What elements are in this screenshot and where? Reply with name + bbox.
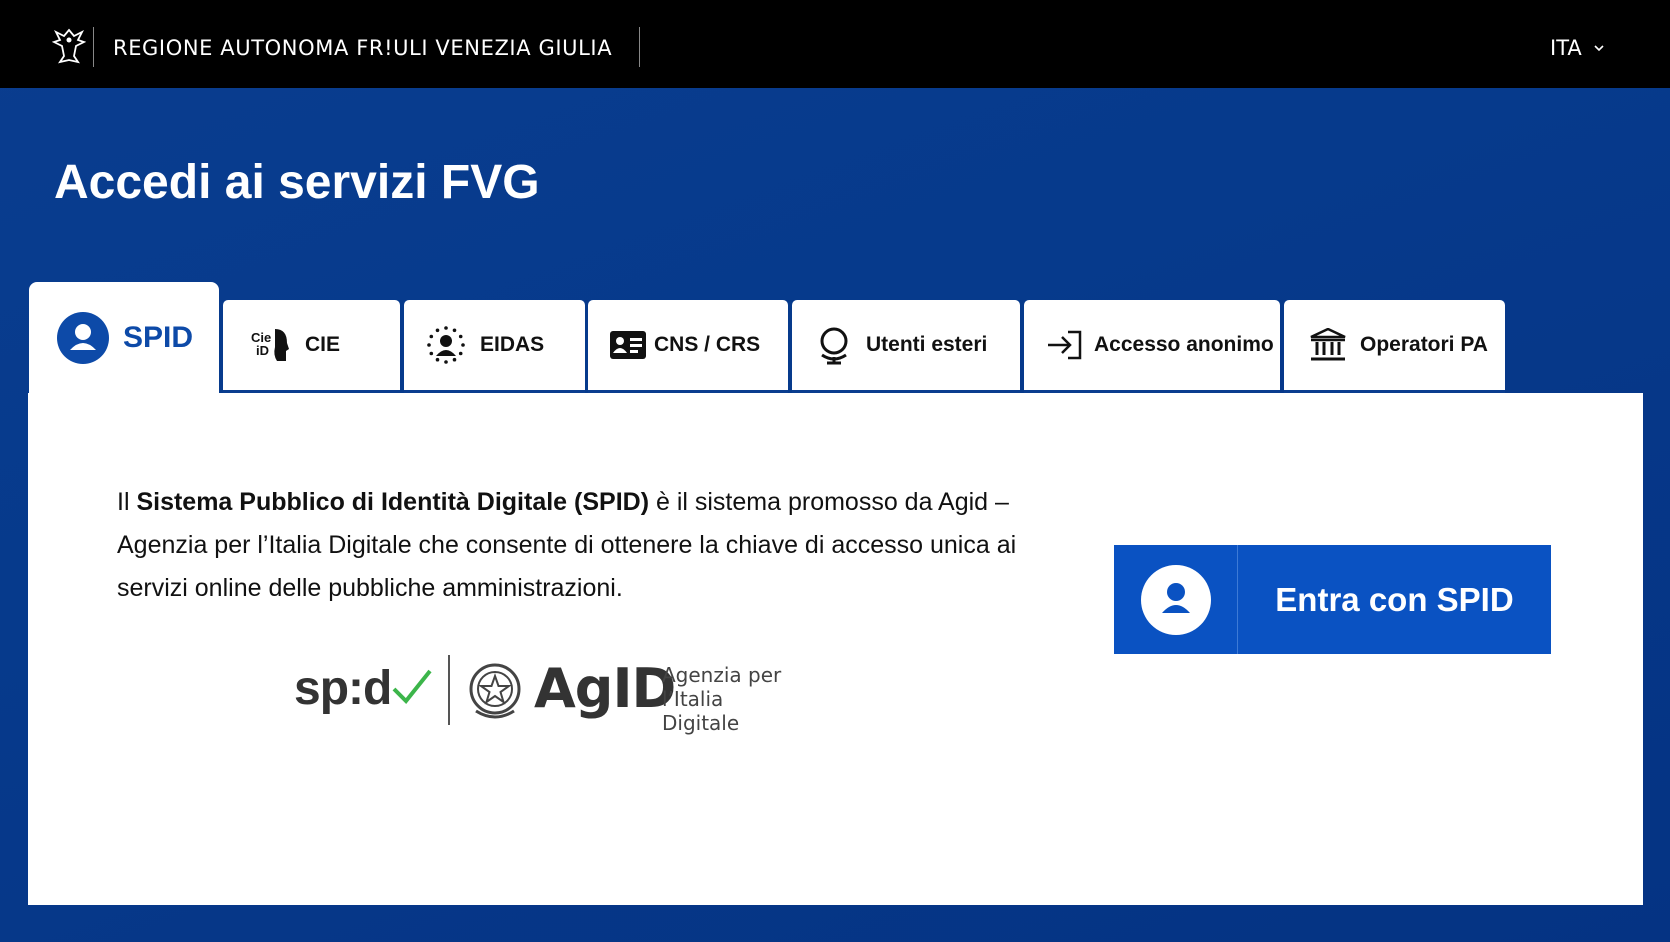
agid-logo-text: AgID xyxy=(534,657,676,720)
id-card-icon xyxy=(610,331,646,359)
tab-spid[interactable]: SPID xyxy=(29,282,219,393)
check-icon xyxy=(392,669,432,704)
institution-icon xyxy=(1310,328,1346,362)
tab-cns-crs[interactable]: CNS / CRS xyxy=(588,300,788,393)
cta-label: Entra con SPID xyxy=(1275,580,1514,618)
tab-label: CIE xyxy=(305,333,341,356)
language-label: ITA xyxy=(1550,36,1582,60)
spid-agid-logos: sp:d AgID Agenzia per l’Italia Digitale xyxy=(294,655,834,735)
italian-republic-emblem-icon xyxy=(469,663,521,719)
region-name[interactable]: REGIONE AUTONOMA FR!ULI VENEZIA GIULIA xyxy=(113,36,612,60)
desc-prefix: Il xyxy=(117,488,137,516)
language-selector[interactable]: ITA xyxy=(1550,36,1604,60)
entra-con-spid-button[interactable]: Entra con SPID xyxy=(1114,545,1551,654)
agid-subtitle: Agenzia per l’Italia Digitale xyxy=(662,663,782,735)
tab-label: Accesso anonimo xyxy=(1094,333,1274,356)
logos-divider xyxy=(448,655,450,725)
tab-utenti-esteri[interactable]: Utenti esteri xyxy=(792,300,1020,393)
desc-bold: Sistema Pubblico di Identità Digitale (S… xyxy=(136,488,650,516)
login-arrow-icon xyxy=(1046,329,1084,361)
logo-divider xyxy=(93,27,94,67)
cie-id-icon: Cie iD xyxy=(251,325,291,365)
tab-label: Operatori PA xyxy=(1360,333,1488,356)
eidas-stars-icon xyxy=(426,325,466,365)
spid-logo-text: sp:d xyxy=(294,662,392,715)
top-bar: REGIONE AUTONOMA FR!ULI VENEZIA GIULIA I… xyxy=(0,0,1670,88)
eagle-icon[interactable] xyxy=(52,26,86,66)
chevron-down-icon xyxy=(1594,45,1604,52)
page-title: Accedi ai servizi FVG xyxy=(54,156,540,209)
person-circle-icon xyxy=(1140,564,1211,635)
globe-icon xyxy=(816,325,852,365)
tab-accesso-anonimo[interactable]: Accesso anonimo xyxy=(1024,300,1280,393)
tab-label: EIDAS xyxy=(480,333,545,356)
tab-eidas[interactable]: EIDAS xyxy=(404,300,585,393)
region-divider xyxy=(639,27,640,67)
tab-operatori-pa[interactable]: Operatori PA xyxy=(1284,300,1505,393)
tab-label: CNS / CRS xyxy=(654,333,761,356)
spid-logo: sp:d xyxy=(294,661,432,716)
tab-cie[interactable]: Cie iD CIE xyxy=(223,300,400,393)
cta-icon-box xyxy=(1114,545,1238,654)
tab-label: Utenti esteri xyxy=(866,333,988,356)
spid-description: Il Sistema Pubblico di Identità Digitale… xyxy=(117,481,1037,610)
tab-label: SPID xyxy=(123,320,194,354)
svg-text:iD: iD xyxy=(256,343,269,358)
spid-panel: Il Sistema Pubblico di Identità Digitale… xyxy=(28,393,1643,905)
person-circle-icon xyxy=(57,311,109,364)
